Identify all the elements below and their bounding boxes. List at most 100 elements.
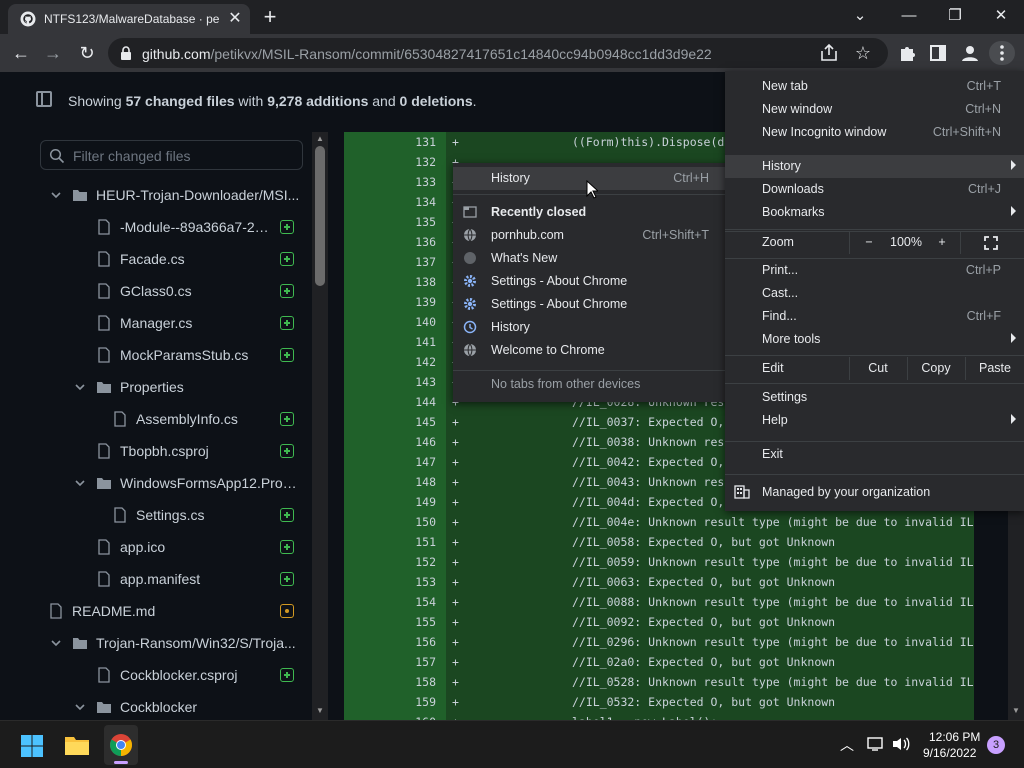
- file-tree-file[interactable]: Cockblocker.csproj: [40, 660, 310, 690]
- clock-date[interactable]: 9/16/2022: [923, 746, 976, 760]
- new-tab-button[interactable]: +: [258, 6, 282, 28]
- file-tree-file[interactable]: app.manifest: [40, 564, 310, 594]
- file-tree-file[interactable]: GClass0.cs: [40, 276, 310, 306]
- line-number[interactable]: 152: [344, 555, 436, 569]
- scroll-down-arrow-icon[interactable]: ▼: [1012, 706, 1020, 715]
- menu-item-bookmarks[interactable]: Bookmarks: [725, 201, 1024, 224]
- file-tree-file[interactable]: Settings.cs: [40, 500, 310, 530]
- chrome-menu-kebab-icon[interactable]: [989, 41, 1015, 65]
- recently-closed-item[interactable]: Settings - About Chrome: [453, 293, 732, 316]
- menu-item-settings[interactable]: Settings: [725, 386, 1024, 409]
- line-number[interactable]: 137: [344, 255, 436, 269]
- line-number[interactable]: 145: [344, 415, 436, 429]
- cut-button[interactable]: Cut: [850, 357, 906, 380]
- line-number[interactable]: 131: [344, 135, 436, 149]
- line-number[interactable]: 148: [344, 475, 436, 489]
- line-number[interactable]: 140: [344, 315, 436, 329]
- side-panel-icon[interactable]: [925, 41, 951, 65]
- browser-tab-active[interactable]: NTFS123/MalwareDatabase · pet ✕: [8, 4, 250, 34]
- scroll-down-arrow-icon[interactable]: ▼: [316, 706, 324, 715]
- file-tree-folder[interactable]: Properties: [40, 372, 310, 402]
- line-number[interactable]: 133: [344, 175, 436, 189]
- network-icon[interactable]: [866, 736, 886, 752]
- line-number[interactable]: 153: [344, 575, 436, 589]
- line-number[interactable]: 139: [344, 295, 436, 309]
- bookmark-star-icon[interactable]: ☆: [852, 42, 874, 64]
- extensions-puzzle-icon[interactable]: [894, 41, 920, 65]
- recently-closed-item[interactable]: Settings - About Chrome: [453, 270, 732, 293]
- line-number[interactable]: 142: [344, 355, 436, 369]
- menu-item-history[interactable]: History: [725, 155, 1024, 178]
- url-text[interactable]: github.com/petikvx/MSIL-Ransom/commit/65…: [142, 46, 712, 62]
- menu-item-new-incognito-window[interactable]: New Incognito window Ctrl+Shift+N: [725, 121, 1024, 144]
- recently-closed-item[interactable]: History: [453, 316, 732, 339]
- menu-item-find[interactable]: Find... Ctrl+F: [725, 305, 1024, 328]
- copy-button[interactable]: Copy: [908, 357, 964, 380]
- file-tree-folder[interactable]: HEUR-Trojan-Downloader/MSI...: [40, 180, 310, 210]
- scroll-up-arrow-icon[interactable]: ▲: [316, 134, 324, 143]
- window-close-button[interactable]: ✕: [979, 4, 1023, 28]
- line-number[interactable]: 157: [344, 655, 436, 669]
- clock-time[interactable]: 12:06 PM: [929, 730, 980, 744]
- file-tree-file[interactable]: app.ico: [40, 532, 310, 562]
- line-number[interactable]: 151: [344, 535, 436, 549]
- file-explorer-icon[interactable]: [64, 734, 90, 756]
- line-number[interactable]: 138: [344, 275, 436, 289]
- chevron-down-icon[interactable]: [74, 701, 86, 713]
- file-tree-file[interactable]: AssemblyInfo.cs: [40, 404, 310, 434]
- menu-item-help[interactable]: Help: [725, 409, 1024, 432]
- menu-item-exit[interactable]: Exit: [725, 443, 1024, 466]
- reload-icon[interactable]: ↻: [74, 41, 100, 65]
- notification-count-badge[interactable]: 3: [987, 736, 1005, 754]
- restore-button[interactable]: ❐: [933, 4, 977, 28]
- menu-item-cast[interactable]: Cast...: [725, 282, 1024, 305]
- address-bar[interactable]: github.com/petikvx/MSIL-Ransom/commit/65…: [108, 38, 888, 68]
- file-tree-scrollbar[interactable]: ▲ ▼: [312, 132, 328, 720]
- file-tree-toggle-icon[interactable]: [36, 91, 52, 107]
- line-number[interactable]: 158: [344, 675, 436, 689]
- line-number[interactable]: 155: [344, 615, 436, 629]
- file-tree-folder[interactable]: Cockblocker: [40, 692, 310, 720]
- recently-closed-item[interactable]: pornhub.com Ctrl+Shift+T: [453, 224, 732, 247]
- file-tree-file[interactable]: Tbopbh.csproj: [40, 436, 310, 466]
- line-number[interactable]: 136: [344, 235, 436, 249]
- paste-button[interactable]: Paste: [966, 357, 1024, 380]
- line-number[interactable]: 135: [344, 215, 436, 229]
- tab-search-chevron-down-icon[interactable]: ⌄: [838, 4, 882, 28]
- volume-icon[interactable]: [891, 736, 911, 752]
- recently-closed-item[interactable]: What's New: [453, 247, 732, 270]
- file-tree-file[interactable]: Manager.cs: [40, 308, 310, 338]
- file-tree-file[interactable]: README.md: [40, 596, 310, 626]
- chevron-down-icon[interactable]: [74, 381, 86, 393]
- managed-by-organization-item[interactable]: Managed by your organization: [725, 481, 1024, 504]
- windows-start-icon[interactable]: [20, 734, 44, 758]
- taskbar-chrome-button[interactable]: [104, 725, 138, 765]
- line-number[interactable]: 154: [344, 595, 436, 609]
- back-arrow-icon[interactable]: ←: [8, 41, 34, 65]
- line-number[interactable]: 156: [344, 635, 436, 649]
- forward-arrow-icon[interactable]: →: [40, 41, 66, 65]
- menu-item-downloads[interactable]: Downloads Ctrl+J: [725, 178, 1024, 201]
- file-tree-folder[interactable]: WindowsFormsApp12.Proper...: [40, 468, 310, 498]
- chevron-down-icon[interactable]: [50, 637, 62, 649]
- filter-files-box[interactable]: [40, 140, 303, 170]
- line-number[interactable]: 146: [344, 435, 436, 449]
- line-number[interactable]: 141: [344, 335, 436, 349]
- line-number[interactable]: 149: [344, 495, 436, 509]
- zoom-out-button[interactable]: −: [858, 231, 880, 254]
- profile-avatar-icon[interactable]: [957, 41, 983, 65]
- menu-item-print[interactable]: Print... Ctrl+P: [725, 259, 1024, 282]
- line-number[interactable]: 150: [344, 515, 436, 529]
- line-number[interactable]: 147: [344, 455, 436, 469]
- chevron-down-icon[interactable]: [74, 477, 86, 489]
- line-number[interactable]: 134: [344, 195, 436, 209]
- file-tree-file[interactable]: Facade.cs: [40, 244, 310, 274]
- line-number[interactable]: 143: [344, 375, 436, 389]
- recently-closed-item[interactable]: Welcome to Chrome: [453, 339, 732, 362]
- menu-item-more-tools[interactable]: More tools: [725, 328, 1024, 351]
- share-icon[interactable]: [818, 43, 840, 63]
- filter-files-input[interactable]: [73, 146, 293, 166]
- menu-item-new-window[interactable]: New window Ctrl+N: [725, 98, 1024, 121]
- zoom-in-button[interactable]: +: [931, 231, 953, 254]
- line-number[interactable]: 144: [344, 395, 436, 409]
